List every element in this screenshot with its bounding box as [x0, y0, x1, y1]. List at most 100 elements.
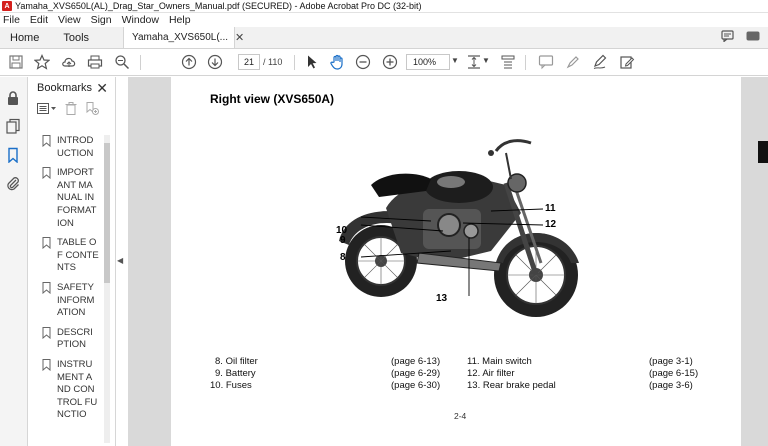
page-up-icon[interactable] — [181, 54, 197, 70]
comment-tool-icon[interactable] — [538, 54, 554, 70]
caption-name: Fuses — [225, 380, 252, 391]
bookmark-star-icon[interactable] — [34, 54, 50, 70]
caption-name: Air filter — [482, 368, 515, 379]
bookmark-label: SAFETY INFORMATION — [57, 281, 95, 319]
close-icon[interactable]: ✕ — [235, 31, 244, 44]
caption-number: 9. — [215, 368, 223, 379]
bookmark-icon — [42, 167, 51, 230]
caption-name: Battery — [225, 368, 256, 379]
select-cursor-icon[interactable] — [304, 54, 320, 70]
page-number-input[interactable]: 21 — [238, 54, 260, 70]
collapse-panel-icon[interactable]: ◀ — [117, 256, 123, 265]
bookmark-icon — [42, 237, 51, 275]
zoom-search-icon[interactable] — [114, 54, 130, 70]
zoom-out-icon[interactable] — [355, 54, 371, 70]
chevron-down-icon[interactable]: ▼ — [482, 56, 490, 65]
bookmarks-panel-title: Bookmarks — [37, 82, 93, 94]
fit-page-icon[interactable] — [466, 54, 482, 70]
zoom-level-select[interactable]: 100% — [406, 54, 450, 70]
new-bookmark-icon[interactable] — [85, 102, 99, 118]
tab-document[interactable]: Yamaha_XVS650L(... ✕ — [123, 27, 244, 48]
scroll-mode-icon[interactable] — [500, 54, 516, 70]
bookmark-label: TABLE OF CONTENTS — [57, 237, 99, 274]
caption-row: 11. Main switch — [467, 356, 532, 367]
page-down-icon[interactable] — [207, 54, 223, 70]
bookmark-options-icon[interactable] — [37, 102, 57, 118]
page-thumbnails-icon[interactable] — [5, 118, 21, 134]
caption-ref: (page 3-1) — [649, 356, 693, 367]
bookmark-item[interactable]: INSTRUMENT AND CONTROL FUNCTIO — [42, 358, 104, 422]
tab-tools[interactable]: Tools — [51, 27, 101, 48]
hand-tool-icon[interactable] — [329, 54, 345, 70]
caption-number: 11. — [467, 356, 480, 367]
tab-home[interactable]: Home — [0, 27, 51, 48]
caption-name: Main switch — [482, 356, 532, 367]
title-bar: A Yamaha_XVS650L(AL)_Drag_Star_Owners_Ma… — [0, 0, 768, 13]
zoom-in-icon[interactable] — [382, 54, 398, 70]
chevron-down-icon[interactable]: ▼ — [451, 56, 459, 65]
callout-11: 11 — [545, 203, 556, 214]
callout-8: 8 — [340, 252, 346, 263]
comment-icon[interactable] — [721, 30, 734, 45]
close-icon[interactable]: ✕ — [96, 80, 108, 97]
menu-edit[interactable]: Edit — [25, 14, 53, 26]
menu-bar: File Edit View Sign Window Help — [0, 13, 768, 27]
bookmark-label: DESCRIPTION — [57, 326, 93, 351]
delete-bookmark-icon[interactable] — [65, 102, 77, 118]
callout-12: 12 — [545, 219, 557, 230]
highlight-pen-icon[interactable] — [565, 54, 581, 70]
bookmarks-panel-icon[interactable] — [5, 147, 21, 164]
page-number-label: 2-4 — [454, 411, 467, 421]
fill-sign-icon[interactable] — [619, 54, 635, 70]
bookmark-icon — [42, 358, 51, 422]
bookmark-item[interactable]: TABLE OF CONTENTS — [42, 237, 104, 275]
caption-ref: (page 6-13) — [391, 356, 441, 367]
caption-ref: (page 6-15) — [649, 368, 699, 379]
menu-view[interactable]: View — [53, 14, 86, 26]
bookmarks-scrollbar[interactable] — [104, 135, 110, 443]
page-total: / 110 — [263, 57, 283, 67]
bookmark-item[interactable]: DESCRIPTION — [42, 326, 104, 352]
save-icon[interactable] — [8, 54, 24, 70]
caption-row: 13. Rear brake pedal — [467, 380, 556, 391]
page-title: Right view (XVS650A) — [210, 92, 335, 106]
bookmark-item[interactable]: SAFETY INFORMATION — [42, 281, 104, 320]
print-icon[interactable] — [87, 54, 103, 70]
document-viewport[interactable]: Right view (XVS650A) 2 — [128, 77, 768, 446]
bookmark-item[interactable]: IMPORTANT MANUAL INFORMATION — [42, 167, 104, 230]
menu-help[interactable]: Help — [164, 14, 196, 26]
caption-number: 12. — [467, 368, 481, 379]
bookmark-label: INSTRUMENT AND CONTROL FUNCTIO — [57, 358, 98, 421]
cloud-upload-icon[interactable] — [61, 54, 77, 70]
menu-window[interactable]: Window — [117, 14, 164, 26]
menu-sign[interactable]: Sign — [86, 14, 117, 26]
caption-name: Oil filter — [225, 356, 258, 367]
scrollbar-thumb[interactable] — [104, 143, 110, 283]
tab-bar: Home Tools Yamaha_XVS650L(... ✕ — [0, 27, 768, 49]
toolbar-divider — [140, 55, 141, 70]
callout-9: 9 — [340, 235, 346, 246]
toolbar: 21 / 110 100% ▼ ▼ — [0, 49, 768, 76]
document-tab-label: Yamaha_XVS650L(... — [132, 32, 229, 43]
attachments-icon[interactable] — [5, 175, 21, 191]
bookmark-icon — [42, 135, 51, 160]
toolbar-divider — [525, 55, 526, 70]
caption-row: 12. Air filter — [467, 368, 515, 379]
caption-ref: (page 6-30) — [391, 380, 441, 391]
pdf-page: Right view (XVS650A) 2 — [171, 77, 768, 446]
bookmark-icon — [42, 281, 51, 320]
caption-name: Rear brake pedal — [482, 380, 556, 391]
bookmark-icon — [42, 326, 51, 352]
caption-number: 10. — [210, 380, 224, 391]
toolbar-divider — [294, 55, 295, 70]
lock-icon[interactable] — [5, 90, 21, 106]
caption-row: 8. Oil filter — [215, 356, 258, 367]
sign-in-icon[interactable] — [746, 31, 760, 44]
bookmark-item[interactable]: INTRODUCTION — [42, 135, 104, 160]
bookmark-label: IMPORTANT MANUAL INFORMATION — [57, 167, 97, 229]
draw-sign-icon[interactable] — [592, 54, 608, 70]
menu-file[interactable]: File — [0, 14, 25, 26]
caption-number: 8. — [215, 356, 223, 367]
window-title: Yamaha_XVS650L(AL)_Drag_Star_Owners_Manu… — [15, 1, 422, 11]
navigation-rail — [0, 77, 28, 446]
